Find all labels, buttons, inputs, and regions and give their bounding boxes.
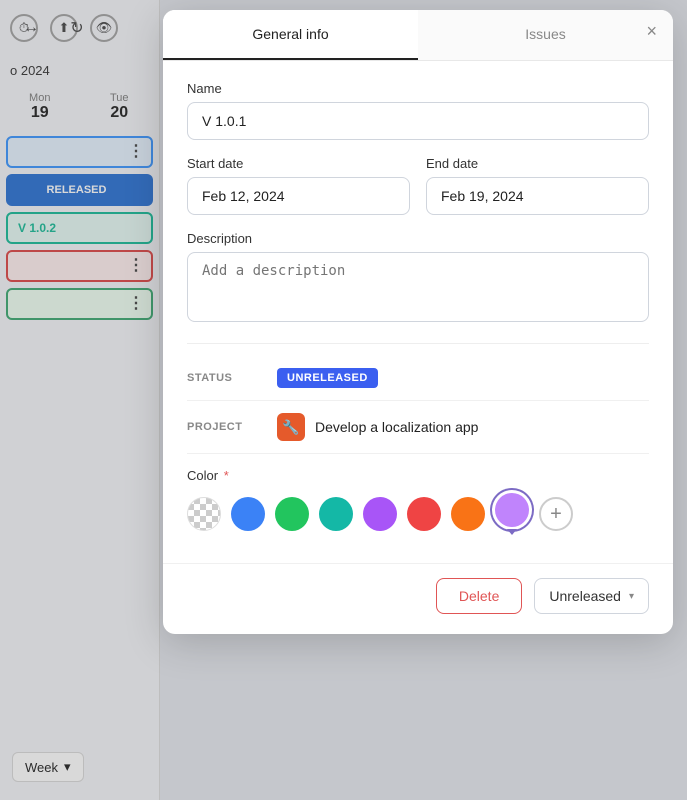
tab-general-info[interactable]: General info [163, 10, 418, 60]
name-input[interactable] [187, 102, 649, 140]
tab-issues[interactable]: Issues [418, 10, 673, 60]
status-badge: UNRELEASED [277, 368, 378, 388]
description-field: Description [187, 231, 649, 327]
status-dropdown-button[interactable]: Unreleased ▾ [534, 578, 649, 614]
divider-1 [187, 343, 649, 344]
project-name: Develop a localization app [315, 419, 478, 435]
name-field: Name [187, 81, 649, 140]
start-date-label: Start date [187, 156, 410, 171]
color-swatch-orange[interactable] [451, 497, 485, 531]
color-swatch-purple[interactable] [363, 497, 397, 531]
chevron-down-icon: ▾ [629, 591, 634, 602]
modal-dialog: General info Issues × Name Start date En… [163, 10, 673, 634]
end-date-label: End date [426, 156, 649, 171]
modal-footer: Delete Unreleased ▾ [163, 563, 673, 634]
color-label-text: Color [187, 468, 218, 483]
start-date-input[interactable] [187, 177, 410, 215]
delete-button[interactable]: Delete [436, 578, 522, 614]
modal-body: Name Start date End date Description STA… [163, 61, 673, 563]
start-date-field: Start date [187, 156, 410, 215]
project-value: 🔧 Develop a localization app [277, 413, 649, 441]
end-date-field: End date [426, 156, 649, 215]
status-dropdown-label: Unreleased [549, 588, 621, 604]
color-swatch-red[interactable] [407, 497, 441, 531]
color-swatch-blue[interactable] [231, 497, 265, 531]
project-row: PROJECT 🔧 Develop a localization app [187, 401, 649, 454]
end-date-input[interactable] [426, 177, 649, 215]
name-label: Name [187, 81, 649, 96]
color-add-button[interactable]: + [539, 497, 573, 531]
selected-triangle-icon [507, 529, 517, 535]
color-swatches: + [187, 493, 649, 535]
status-label: STATUS [187, 372, 277, 384]
description-label: Description [187, 231, 649, 246]
color-swatch-light-purple[interactable] [495, 493, 529, 527]
description-input[interactable] [187, 252, 649, 322]
color-label: Color * [187, 468, 649, 483]
color-section: Color * + [187, 454, 649, 543]
status-row: STATUS UNRELEASED [187, 356, 649, 401]
status-value: UNRELEASED [277, 368, 649, 388]
project-icon: 🔧 [277, 413, 305, 441]
date-row: Start date End date [187, 156, 649, 215]
color-swatch-teal[interactable] [319, 497, 353, 531]
color-swatch-selected-container [495, 493, 529, 535]
close-button[interactable]: × [646, 22, 657, 40]
color-required-star: * [224, 468, 229, 483]
project-label: PROJECT [187, 421, 277, 433]
color-swatch-green[interactable] [275, 497, 309, 531]
color-swatch-none[interactable] [187, 497, 221, 531]
modal-tabs: General info Issues [163, 10, 673, 61]
